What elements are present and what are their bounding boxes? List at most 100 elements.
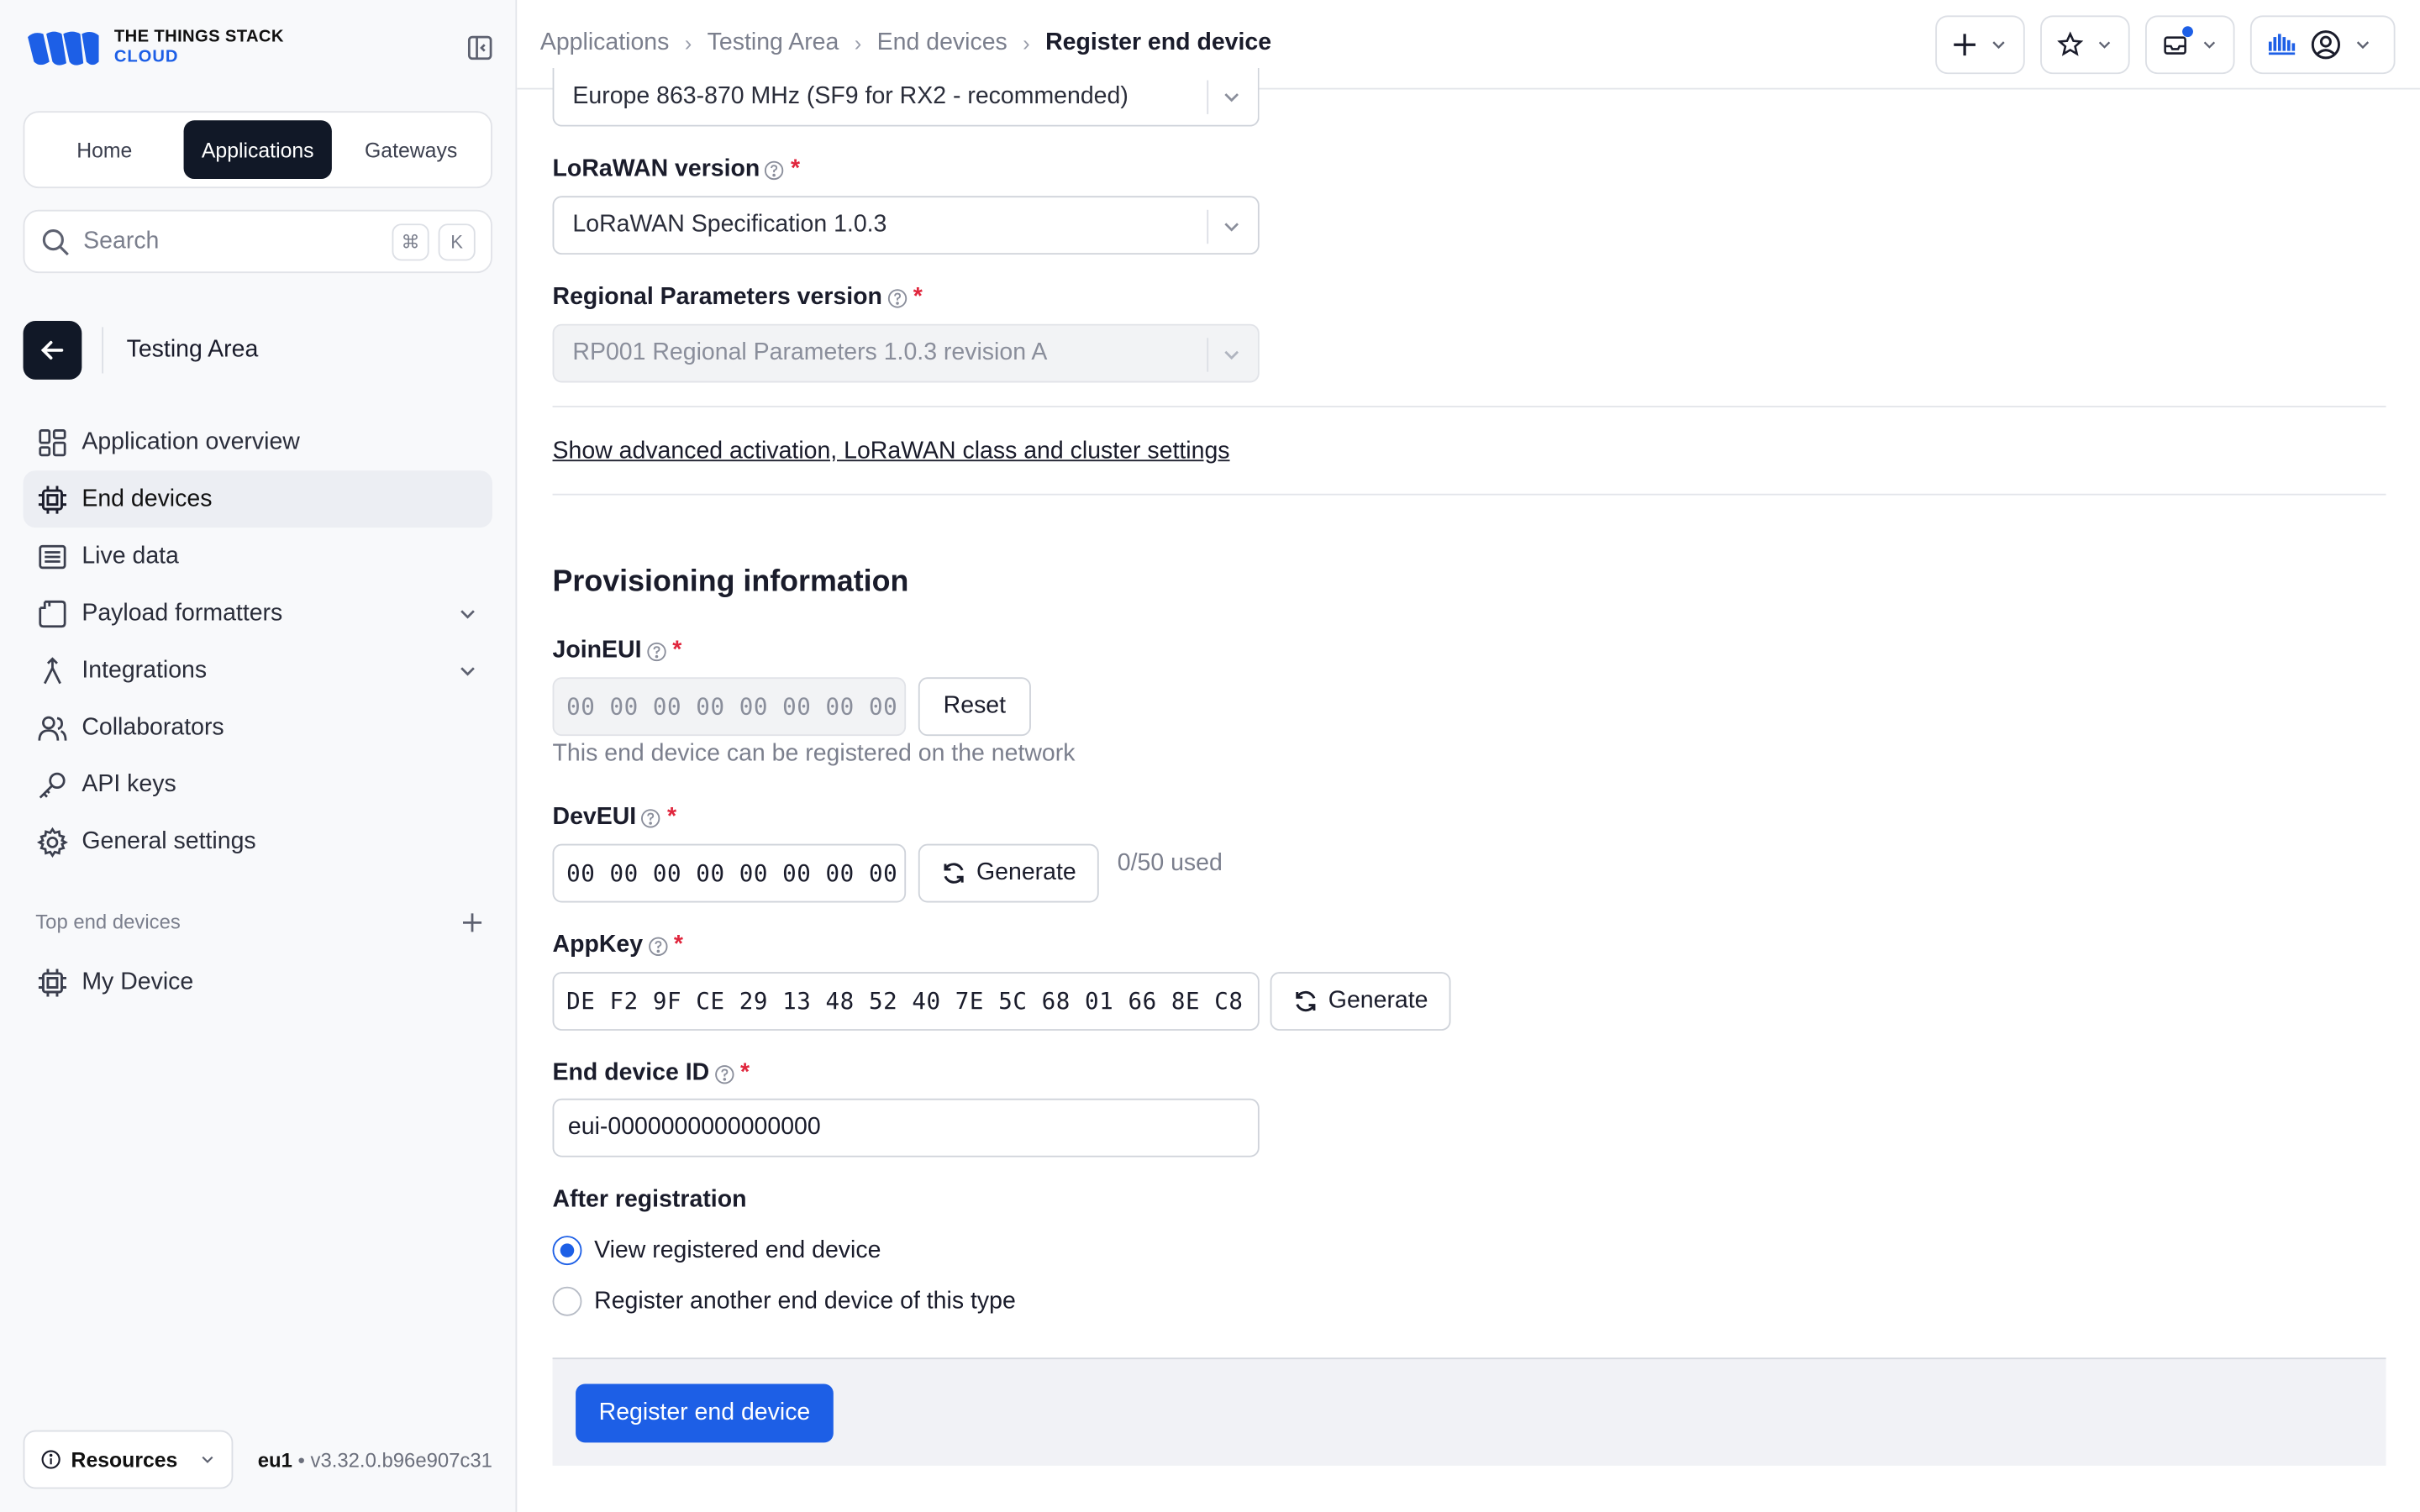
nav-label: General settings [82, 827, 256, 854]
sidebar-footer: Resources eu1 • v3.32.0.b96e907c31 [23, 1430, 492, 1489]
chevron-right-icon: › [854, 30, 862, 56]
field-label: DevEUI [552, 803, 637, 831]
back-button[interactable] [23, 321, 82, 380]
lorawan-version-value: LoRaWAN Specification 1.0.3 [572, 211, 887, 238]
nav-end-devices[interactable]: End devices [23, 470, 492, 528]
nav-label: API keys [82, 770, 176, 797]
deveui-usage: 0/50 used [1117, 850, 1223, 877]
radio-button[interactable] [552, 1236, 582, 1266]
chevron-down-icon [1224, 93, 1239, 102]
info-icon [41, 1450, 60, 1469]
add-menu-button[interactable] [1935, 15, 2025, 75]
chevron-down-icon [2203, 41, 2215, 49]
divider [552, 406, 2386, 407]
nav-label: Payload formatters [82, 599, 283, 626]
nav-collaborators[interactable]: Collaborators [24, 699, 492, 756]
resources-button[interactable]: Resources [23, 1430, 234, 1489]
radio-view-registered[interactable]: View registered end device [552, 1236, 881, 1266]
reset-button[interactable]: Reset [918, 677, 1031, 737]
advanced-settings-link[interactable]: Show advanced activation, LoRaWAN class … [553, 438, 1230, 466]
help-icon[interactable] [886, 288, 907, 308]
breadcrumb-applications[interactable]: Applications [540, 29, 670, 57]
brand-name: THE THINGS STACK [113, 28, 284, 47]
chevron-down-icon [1224, 350, 1239, 360]
nav-application-overview[interactable]: Application overview [24, 413, 492, 470]
nav-label: Collaborators [82, 713, 224, 740]
region-label: eu1 [257, 1447, 292, 1472]
shortcut-key-cmd: ⌘ [392, 223, 429, 260]
application-name: Testing Area [126, 336, 259, 363]
things-stack-logo-icon [28, 31, 99, 66]
tab-applications[interactable]: Applications [184, 120, 332, 180]
joineui-label: JoinEUI * [553, 638, 682, 665]
breadcrumb-testing-area[interactable]: Testing Area [708, 29, 839, 57]
device-id-label: End device ID * [553, 1060, 750, 1088]
brand-subtitle: CLOUD [113, 47, 179, 66]
version-label: v3.32.0.b96e907c31 [310, 1447, 492, 1472]
regional-params-label: Regional Parameters version * [553, 284, 923, 312]
appkey-label: AppKey * [553, 932, 683, 959]
users-icon [38, 715, 67, 740]
nav-live-data[interactable]: Live data [24, 528, 492, 585]
required-marker: * [673, 932, 683, 958]
account-menu-button[interactable] [2249, 15, 2396, 75]
brand-logo[interactable]: THE THINGS STACK CLOUD [24, 24, 283, 71]
help-icon[interactable] [646, 641, 666, 661]
nav-label: Integrations [82, 656, 208, 683]
top-end-devices-label: Top end devices [35, 910, 181, 934]
frequency-plan-select[interactable]: Europe 863-870 MHz (SF9 for RX2 - recomm… [552, 67, 1260, 127]
nav-integrations[interactable]: Integrations [24, 642, 492, 699]
help-icon[interactable] [765, 160, 785, 180]
chip-icon [38, 485, 66, 513]
field-label: LoRaWAN version [552, 155, 760, 182]
chevron-down-icon[interactable] [457, 659, 479, 681]
bookmarks-button[interactable] [2040, 15, 2130, 75]
search-box[interactable]: Search ⌘ K [23, 209, 492, 274]
field-label: Regional Parameters version [552, 283, 882, 311]
breadcrumb-current: Register end device [1045, 29, 1272, 56]
chip-icon [38, 968, 66, 996]
generate-deveui-button[interactable]: Generate [918, 843, 1099, 903]
organization-logo-icon [2268, 34, 2296, 55]
user-avatar-icon [2311, 30, 2340, 60]
plus-icon[interactable] [461, 911, 483, 933]
nav-general-settings[interactable]: General settings [24, 813, 492, 870]
search-icon [42, 228, 69, 255]
tab-gateways[interactable]: Gateways [338, 120, 485, 179]
context-header: Testing Area [23, 321, 259, 380]
breadcrumb-end-devices[interactable]: End devices [877, 29, 1007, 57]
appkey-input[interactable]: DE F2 9F CE 29 13 48 52 40 7E 5C 68 01 6… [552, 972, 1260, 1031]
help-icon[interactable] [714, 1063, 734, 1084]
nav-label: Live data [82, 542, 179, 569]
generate-appkey-button[interactable]: Generate [1270, 972, 1451, 1031]
required-marker: * [666, 803, 677, 831]
joineui-input: 00 00 00 00 00 00 00 00 [552, 677, 907, 737]
chevron-down-icon [1224, 223, 1239, 232]
help-icon[interactable] [641, 808, 661, 828]
top-device-item[interactable]: My Device [24, 953, 492, 1011]
plus-icon [1954, 34, 1975, 56]
required-marker: * [913, 283, 923, 311]
lorawan-version-label: LoRaWAN version * [553, 156, 801, 184]
radio-button[interactable] [552, 1286, 582, 1316]
nav-payload-formatters[interactable]: Payload formatters [24, 585, 492, 642]
nav-api-keys[interactable]: API keys [24, 756, 492, 813]
help-icon[interactable] [648, 936, 668, 956]
refresh-icon [1295, 990, 1315, 1012]
deveui-input[interactable]: 00 00 00 00 00 00 00 00 [552, 843, 907, 903]
regional-params-select: RP001 Regional Parameters 1.0.3 revision… [552, 323, 1260, 383]
chevron-down-icon[interactable] [457, 602, 479, 624]
device-id-input[interactable]: eui-0000000000000000 [552, 1098, 1260, 1158]
notifications-button[interactable] [2145, 15, 2235, 75]
provisioning-title: Provisioning information [552, 564, 909, 599]
tab-home[interactable]: Home [31, 120, 178, 179]
lorawan-version-select[interactable]: LoRaWAN Specification 1.0.3 [552, 196, 1260, 255]
shortcut-key-k: K [438, 223, 476, 260]
sidebar-collapse-icon[interactable] [466, 34, 494, 61]
chevron-right-icon: › [684, 30, 692, 56]
radio-register-another[interactable]: Register another end device of this type [552, 1286, 1016, 1316]
required-marker: * [739, 1059, 750, 1087]
register-end-device-button[interactable]: Register end device [576, 1383, 834, 1443]
arrow-left-icon [40, 340, 64, 360]
regional-params-value: RP001 Regional Parameters 1.0.3 revision… [572, 339, 1048, 366]
